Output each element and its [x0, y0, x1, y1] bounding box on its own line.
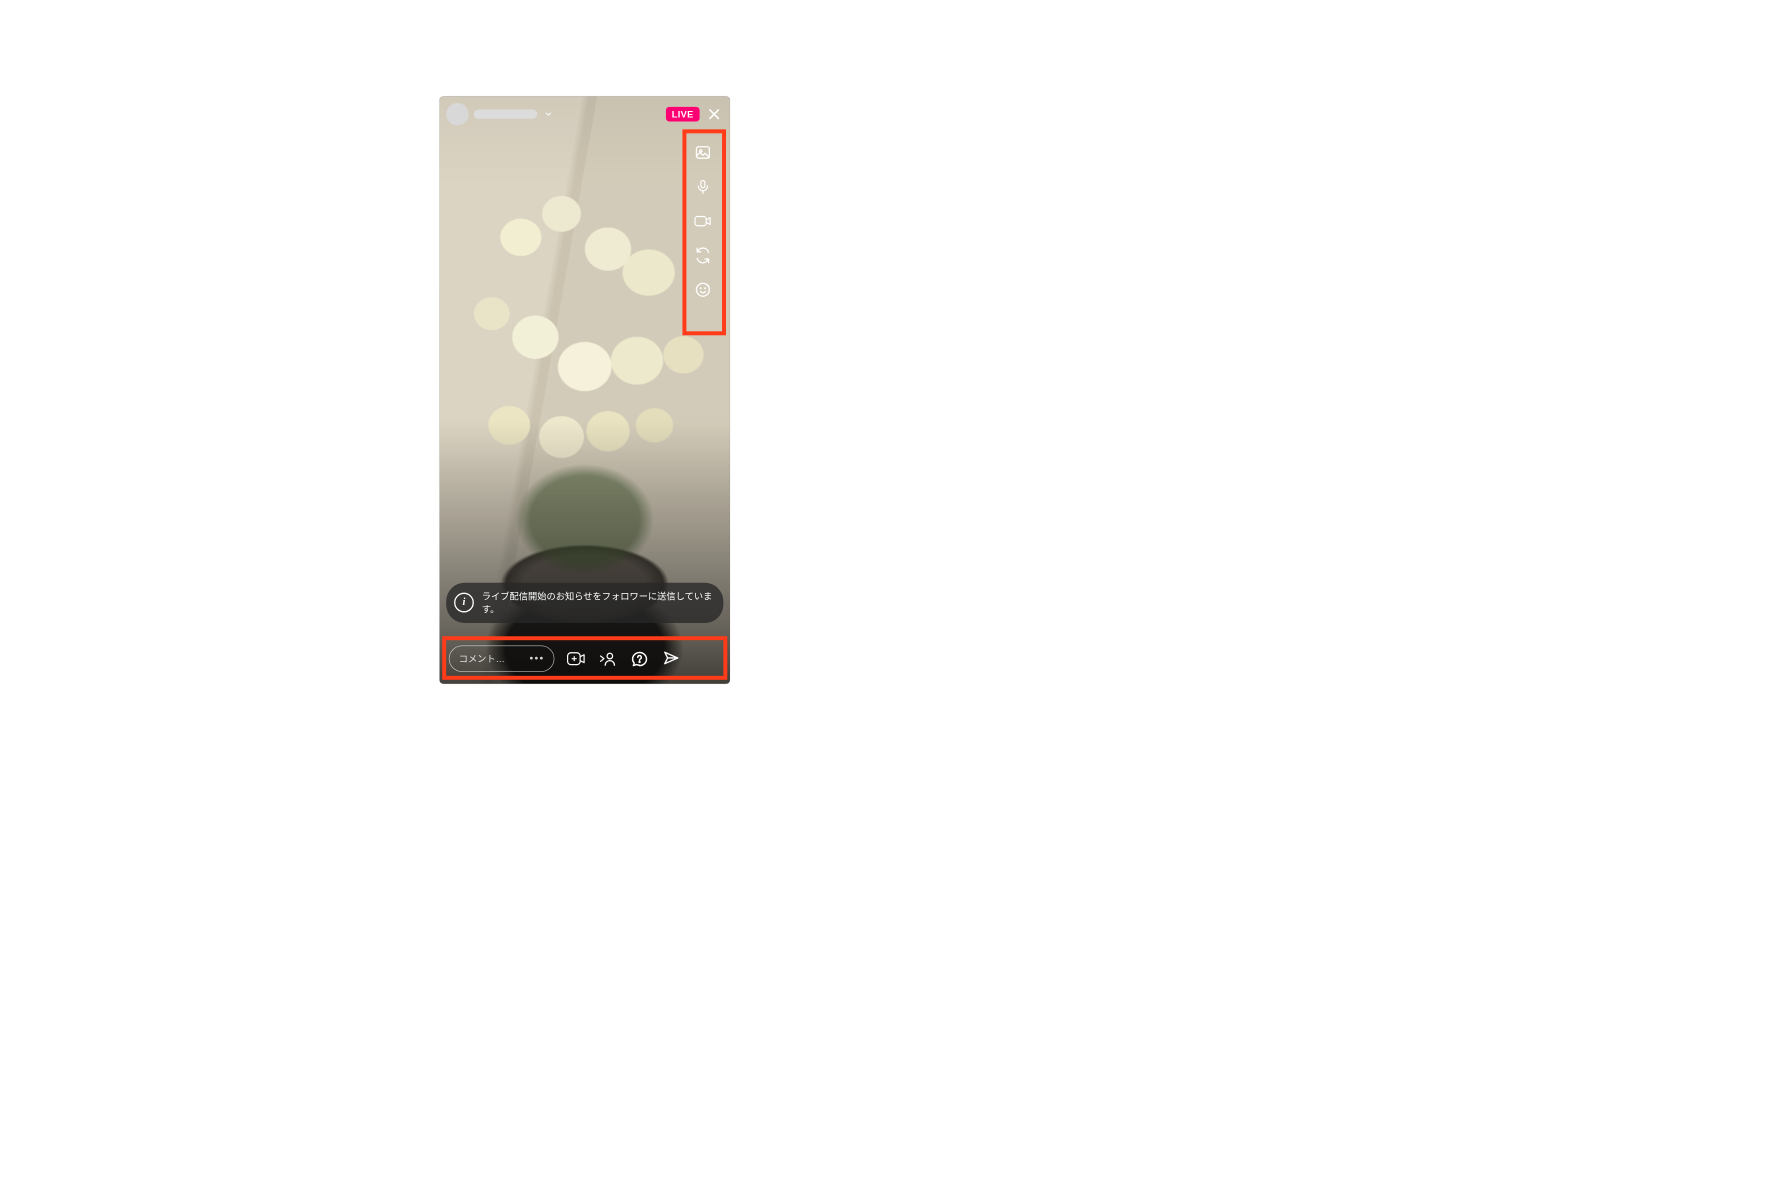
send-icon[interactable] [661, 648, 681, 668]
comment-input[interactable]: コメント… ••• [449, 645, 555, 671]
more-options-icon[interactable]: ••• [529, 652, 544, 664]
close-icon[interactable] [705, 105, 723, 123]
avatar[interactable] [446, 103, 468, 125]
bottom-bar: コメント… ••• [440, 635, 730, 684]
phone-screen: LIVE i ライブ配信開始のお知ら [440, 96, 730, 683]
switch-camera-icon[interactable] [693, 245, 713, 265]
microphone-icon[interactable] [693, 177, 713, 197]
comment-placeholder: コメント… [459, 652, 505, 665]
add-guest-icon[interactable] [566, 648, 586, 668]
questions-icon[interactable] [630, 648, 650, 668]
info-icon: i [454, 593, 474, 613]
live-header: LIVE [446, 103, 723, 125]
chevron-down-icon[interactable] [543, 108, 555, 120]
info-banner: i ライブ配信開始のお知らせをフォロワーに送信しています。 [446, 583, 723, 623]
face-effects-icon[interactable] [693, 280, 713, 300]
side-toolbar [685, 136, 721, 306]
video-camera-icon[interactable] [693, 211, 713, 231]
gallery-icon[interactable] [693, 142, 713, 162]
invite-person-icon[interactable] [598, 648, 618, 668]
info-banner-text: ライブ配信開始のお知らせをフォロワーに送信しています。 [482, 589, 713, 616]
live-badge: LIVE [666, 107, 700, 122]
username-redacted[interactable] [474, 109, 537, 118]
